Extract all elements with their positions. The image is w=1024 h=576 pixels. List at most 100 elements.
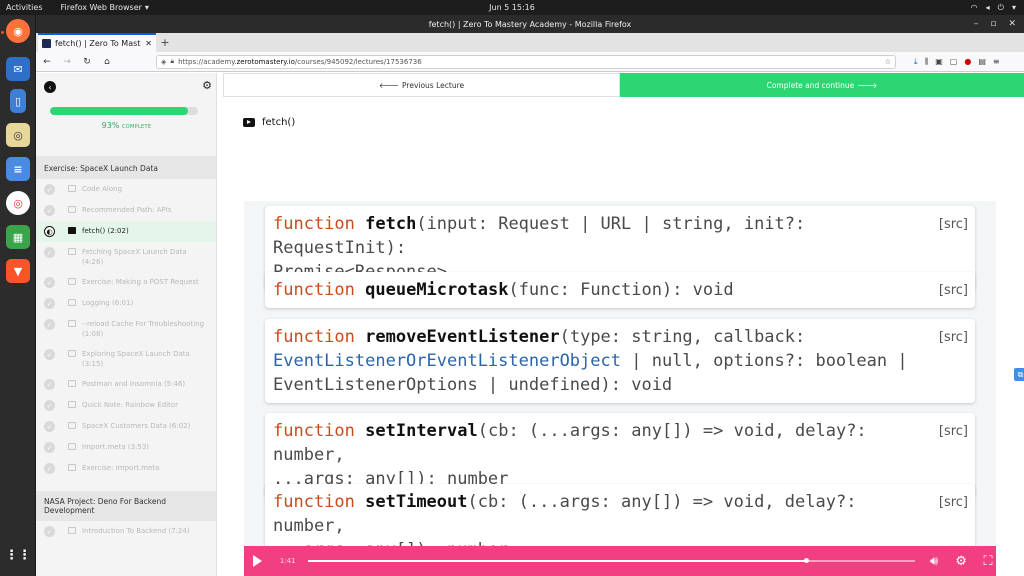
video-icon <box>68 527 76 534</box>
lesson-title: Exploring SpaceX Launch Data (3:15) <box>82 350 190 368</box>
video-icon <box>68 320 76 327</box>
lesson-item[interactable]: ✓ Logging (6:01) <box>36 293 216 314</box>
reload-icon[interactable]: ↻ <box>80 57 94 67</box>
lesson-item[interactable]: ✓ Exercise: Import.meta <box>36 458 216 479</box>
home-icon[interactable]: ⌂ <box>100 57 114 67</box>
complete-and-continue-button[interactable]: Complete and continue 🡒 <box>620 73 1024 97</box>
src-link: [src] <box>938 495 968 510</box>
play-button[interactable] <box>244 546 272 576</box>
rhythmbox-icon[interactable]: ◎ <box>6 123 30 147</box>
lesson-title: Code Along <box>82 185 123 193</box>
check-circle-icon[interactable]: ✓ <box>44 379 55 390</box>
seek-bar[interactable] <box>307 558 916 563</box>
check-circle-icon[interactable]: ✓ <box>44 442 55 453</box>
app-grid-icon[interactable]: ⋮⋮ <box>5 543 31 567</box>
back-arrow-icon[interactable]: ← <box>40 57 54 67</box>
running-indicator <box>1 31 4 34</box>
lock-icon: 🔒︎ <box>170 57 175 65</box>
ublock-icon[interactable]: ● <box>964 57 971 67</box>
brave-icon[interactable]: ▼ <box>6 259 30 283</box>
document-icon <box>68 464 76 471</box>
previous-lecture-label: Previous Lecture <box>402 80 465 90</box>
settings-gear-icon[interactable]: ⚙ <box>953 554 969 569</box>
check-circle-icon[interactable]: ✓ <box>44 400 55 411</box>
back-to-course-button[interactable]: ‹ <box>44 81 56 93</box>
sidebar-scrollbar[interactable] <box>216 303 217 393</box>
volume-icon[interactable]: 🔊︎ <box>926 554 942 569</box>
doc-card-remove-event-listener: function removeEventListener(type: strin… <box>265 319 975 403</box>
check-circle-icon[interactable]: ✓ <box>44 463 55 474</box>
check-circle-icon[interactable]: ✓ <box>44 526 55 537</box>
url-bar[interactable]: ◈ 🔒︎ https://academy.zerotomastery.io/co… <box>156 54 896 69</box>
video-icon <box>243 118 255 127</box>
lesson-item[interactable]: ✓ Introduction To Backend (7:24) <box>36 521 216 542</box>
calc-icon[interactable]: ▦ <box>6 225 30 249</box>
lesson-title: Introduction To Backend (7:24) <box>82 527 190 535</box>
lesson-item[interactable]: ✓ Postman and Insomnia (5:46) <box>36 374 216 395</box>
fullscreen-icon[interactable]: ⛶ <box>980 554 996 569</box>
lesson-item[interactable]: ✓ --reload Cache For Troubleshooting (1:0… <box>36 314 216 344</box>
phone-icon[interactable]: ▯ <box>10 89 26 113</box>
close-icon[interactable]: ✕ <box>1008 19 1016 29</box>
clock[interactable]: Jun 5 15:16 <box>489 3 535 12</box>
check-circle-icon[interactable]: ✓ <box>44 298 55 309</box>
video-player[interactable]: function fetch(input: Request | URL | st… <box>244 201 996 576</box>
window-title: fetch() | Zero To Mastery Academy - Mozi… <box>428 19 632 29</box>
download-icon[interactable]: ⤓ <box>914 57 918 67</box>
lesson-item[interactable]: ✓ Exploring SpaceX Launch Data (3:15) <box>36 344 216 374</box>
lesson-item[interactable]: ✓ Exercise: Making a POST Request <box>36 272 216 293</box>
check-circle-icon[interactable]: ✓ <box>44 349 55 360</box>
complete-and-continue-label: Complete and continue <box>766 80 855 90</box>
check-circle-icon[interactable]: ✓ <box>44 421 55 432</box>
lesson-item[interactable]: ✓ Code Along <box>36 179 216 200</box>
system-tray[interactable]: ◠ ◂ ⏻ ▾ <box>971 3 1016 13</box>
lesson-title: Logging (6:01) <box>82 299 134 307</box>
lesson-item[interactable]: ✓ Import.meta (3:53) <box>36 437 216 458</box>
lesson-title: SpaceX Customers Data (6:02) <box>82 422 191 430</box>
check-circle-icon[interactable]: ✓ <box>44 205 55 216</box>
library-icon[interactable]: ⫼ <box>925 57 929 67</box>
app-menu[interactable]: Firefox Web Browser ▾ <box>61 3 149 12</box>
activities-button[interactable]: Activities <box>6 3 43 12</box>
writer-icon[interactable]: ≡ <box>6 157 30 181</box>
new-tab-button[interactable]: + <box>156 36 174 52</box>
check-circle-icon[interactable]: ✓ <box>44 319 55 330</box>
close-tab-icon[interactable]: ✕ <box>145 39 152 48</box>
lesson-item[interactable]: ✓ Fetching SpaceX Launch Data (4:26) <box>36 242 216 272</box>
firefox-icon[interactable]: ◉ <box>6 19 30 43</box>
floating-widget-icon[interactable]: ⧉ <box>1014 368 1024 381</box>
help-icon[interactable]: ◎ <box>6 191 30 215</box>
tab-title: fetch() | Zero To Mastery <box>55 39 141 48</box>
thunderbird-icon[interactable]: ✉ <box>6 57 30 81</box>
lesson-item[interactable]: ✓ Quick Note: Rainbow Editor <box>36 395 216 416</box>
gear-icon[interactable]: ⚙ <box>202 79 212 92</box>
screenshot-icon[interactable]: ▢ <box>950 57 958 67</box>
video-icon <box>68 380 76 387</box>
document-icon <box>68 206 76 213</box>
tab-strip: fetch() | Zero To Mastery ✕ + <box>36 33 1024 52</box>
check-circle-icon[interactable]: ✓ <box>44 184 55 195</box>
tab-current[interactable]: fetch() | Zero To Mastery ✕ <box>38 33 156 52</box>
lesson-item[interactable]: ✓ Recommended Path: APIs <box>36 200 216 221</box>
src-link: [src] <box>938 283 968 298</box>
lesson-item[interactable]: ◐ fetch() (2:02) <box>36 221 216 242</box>
lesson-item[interactable]: ✓ SpaceX Customers Data (6:02) <box>36 416 216 437</box>
minimize-icon[interactable]: – <box>974 19 979 29</box>
previous-lecture-button[interactable]: 🡐 Previous Lecture <box>223 73 620 97</box>
video-icon <box>68 350 76 357</box>
lesson-title: Quick Note: Rainbow Editor <box>82 401 178 409</box>
menu-icon[interactable]: ≡ <box>993 57 1000 67</box>
arrow-right-icon: 🡒 <box>857 80 878 90</box>
maximize-icon[interactable]: ▫ <box>990 19 996 29</box>
check-circle-icon[interactable]: ✓ <box>44 277 55 288</box>
system-top-bar: Activities Firefox Web Browser ▾ Jun 5 1… <box>0 0 1024 15</box>
forward-arrow-icon[interactable]: → <box>60 57 74 67</box>
bookmark-star-icon[interactable]: ☆ <box>885 58 891 66</box>
site-favicon <box>42 39 51 48</box>
check-circle-icon[interactable]: ✓ <box>44 247 55 258</box>
sidebar-icon[interactable]: ▣ <box>935 57 943 67</box>
src-link: [src] <box>938 424 968 439</box>
seek-handle[interactable] <box>803 558 809 563</box>
extension-icon[interactable]: ▤ <box>978 57 986 67</box>
in-progress-icon[interactable]: ◐ <box>44 226 55 237</box>
